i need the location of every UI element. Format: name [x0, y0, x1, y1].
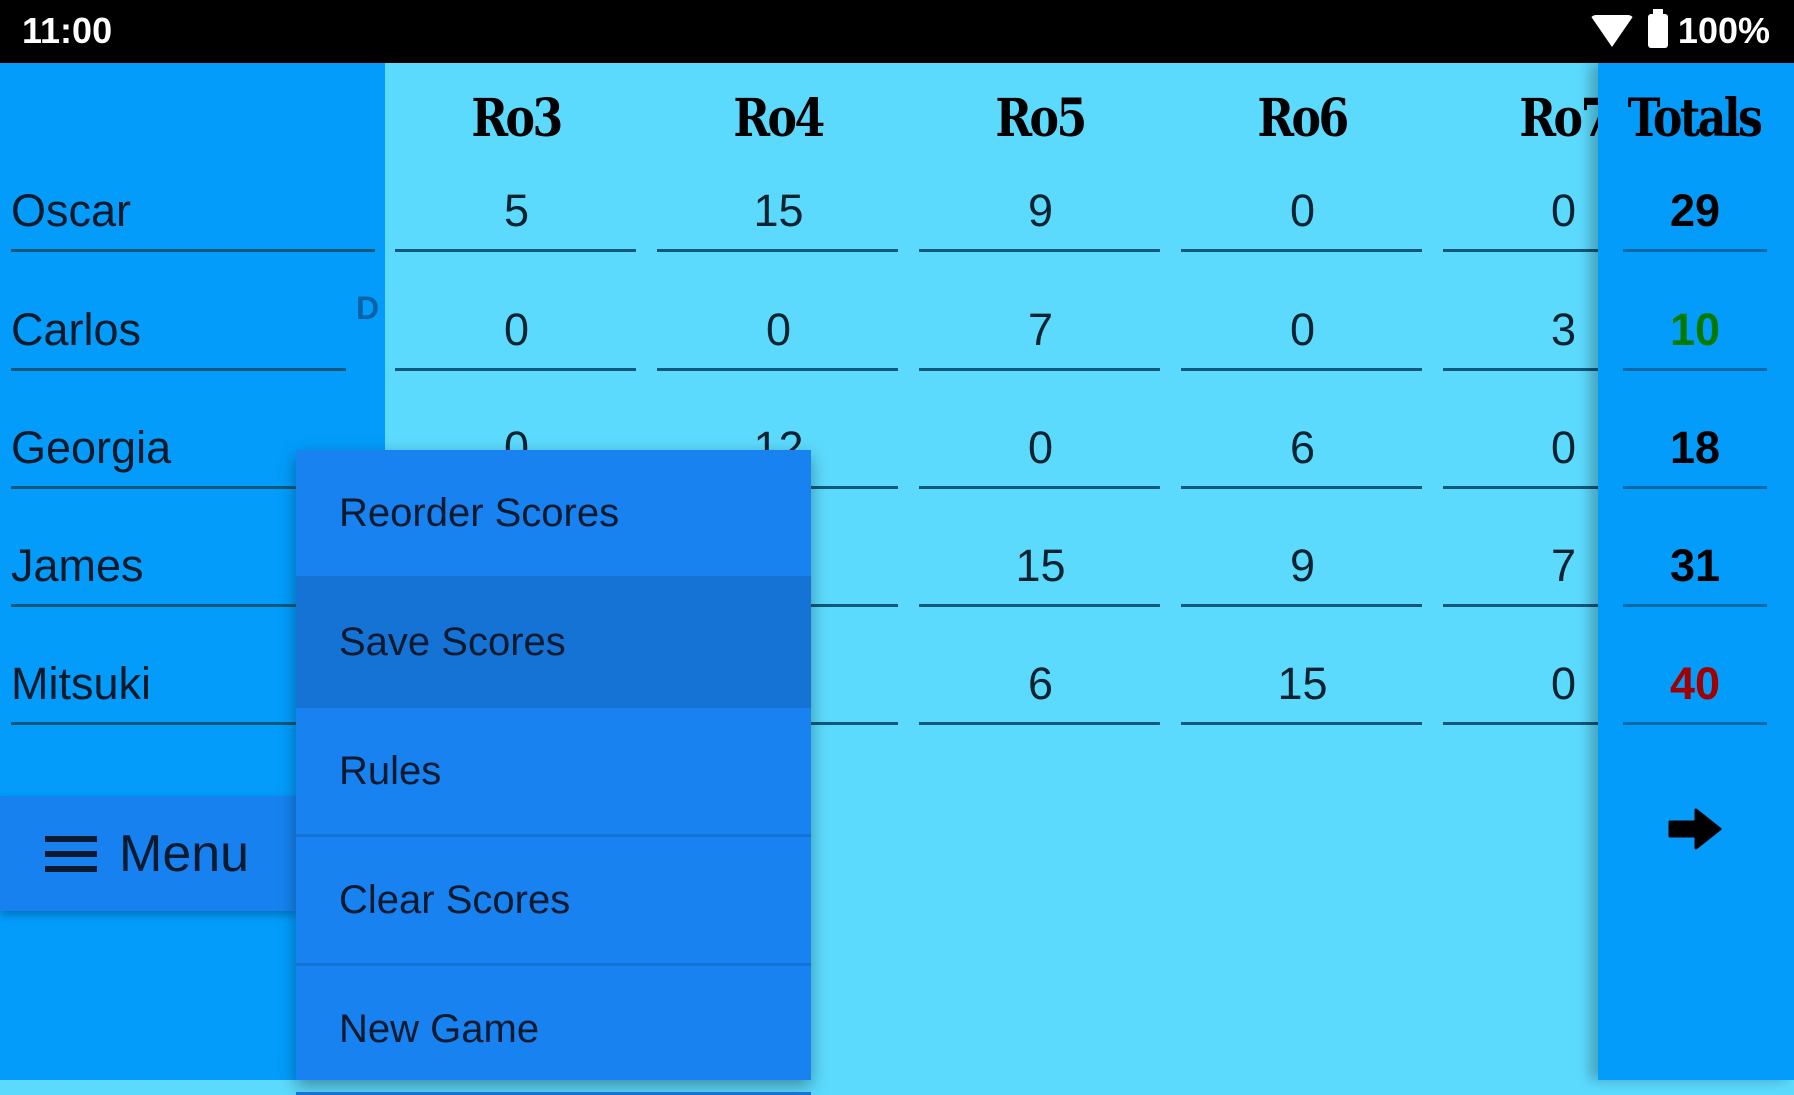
score-underline — [919, 486, 1160, 489]
score-underline — [395, 368, 636, 371]
player-total: 40 — [1669, 658, 1721, 709]
score-cell[interactable]: 5 — [396, 185, 637, 237]
battery-icon — [1647, 9, 1668, 48]
player-name[interactable]: Carlos — [11, 304, 141, 356]
menu-button-label: Menu — [119, 824, 250, 883]
score-underline — [657, 368, 898, 371]
score-underline — [1181, 722, 1422, 725]
player-total: 31 — [1669, 540, 1721, 591]
column-header-ro5: Ro5 — [995, 88, 1087, 149]
score-underline — [919, 604, 1160, 607]
score-cell[interactable]: 6 — [920, 658, 1161, 710]
player-total: 10 — [1669, 304, 1721, 355]
score-cell[interactable]: 3 — [1335, 304, 1576, 356]
totals-header: Totals — [1627, 88, 1763, 149]
arrow-right-icon[interactable] — [1668, 808, 1722, 850]
score-underline — [395, 249, 636, 252]
popup-menu: Reorder Scores Save Scores Rules Clear Scor… — [296, 450, 811, 1095]
player-total: 29 — [1669, 185, 1721, 236]
score-underline — [1181, 249, 1422, 252]
battery-level: 100% — [1677, 10, 1770, 51]
total-underline — [1623, 249, 1767, 252]
score-underline — [1181, 486, 1422, 489]
total-underline — [1623, 722, 1767, 725]
score-cell[interactable]: 0 — [396, 304, 637, 356]
score-cell[interactable]: 0 — [1335, 658, 1576, 710]
dealer-marker: D — [356, 290, 380, 326]
column-header-ro3: Ro3 — [471, 88, 563, 149]
total-underline — [1623, 604, 1767, 607]
score-cell[interactable]: 15 — [920, 540, 1161, 592]
score-cell[interactable]: 15 — [658, 185, 899, 237]
score-underline — [657, 249, 898, 252]
score-cell[interactable]: 9 — [920, 185, 1161, 237]
score-cell[interactable]: 0 — [658, 304, 899, 356]
score-cell[interactable]: 7 — [1335, 540, 1576, 592]
menu-button[interactable]: Menu — [0, 796, 296, 911]
player-name[interactable]: Mitsuki — [11, 658, 151, 710]
player-name[interactable]: James — [11, 540, 144, 592]
score-underline — [919, 249, 1160, 252]
column-header-ro6: Ro6 — [1257, 88, 1349, 149]
wifi-icon — [1589, 15, 1634, 47]
menu-item-clear-scores[interactable]: Clear Scores — [296, 837, 811, 966]
score-underline — [1181, 368, 1422, 371]
total-underline — [1623, 368, 1767, 371]
hamburger-icon — [45, 835, 97, 872]
player-name[interactable]: Georgia — [11, 422, 171, 474]
score-underline — [919, 368, 1160, 371]
menu-item-reorder-scores[interactable]: Reorder Scores — [296, 450, 811, 579]
player-name[interactable]: Oscar — [11, 185, 131, 237]
score-underline — [919, 722, 1160, 725]
clock: 11:00 — [22, 10, 113, 51]
menu-item-rules[interactable]: Rules — [296, 708, 811, 837]
score-cell[interactable]: 0 — [920, 422, 1161, 474]
player-total: 18 — [1669, 422, 1721, 473]
name-underline — [11, 368, 346, 371]
name-underline — [11, 249, 375, 252]
score-cell[interactable]: 0 — [1335, 185, 1576, 237]
column-header-ro4: Ro4 — [733, 88, 825, 149]
score-cell[interactable]: 7 — [920, 304, 1161, 356]
score-underline — [1181, 604, 1422, 607]
total-underline — [1623, 486, 1767, 489]
status-bar: 11:00 100% — [0, 0, 1794, 63]
menu-item-save-scores[interactable]: Save Scores — [296, 579, 811, 708]
menu-item-new-game[interactable]: New Game — [296, 966, 811, 1095]
score-cell[interactable]: 0 — [1335, 422, 1576, 474]
